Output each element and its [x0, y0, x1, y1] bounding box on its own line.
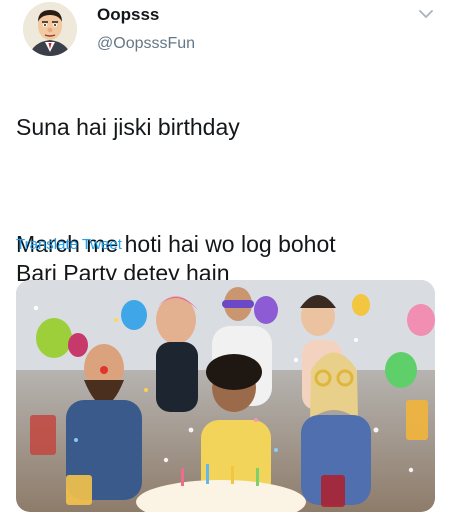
tweet-spacer — [16, 171, 436, 201]
party-photo-icon — [16, 280, 435, 512]
avatar[interactable] — [23, 2, 77, 56]
chevron-down-icon[interactable] — [416, 6, 436, 22]
display-name[interactable]: Oopsss — [97, 5, 159, 25]
user-handle[interactable]: @OopsssFun — [97, 35, 195, 53]
tweet-card: Oopsss @OopsssFun Suna hai jiski birthda… — [0, 0, 450, 513]
translate-tweet-link[interactable]: Translate Tweet — [16, 236, 122, 253]
tweet-media-photo[interactable] — [16, 280, 435, 512]
cartoon-man-avatar-icon — [23, 2, 77, 56]
tweet-line-1: Suna hai jiski birthday — [16, 114, 240, 140]
